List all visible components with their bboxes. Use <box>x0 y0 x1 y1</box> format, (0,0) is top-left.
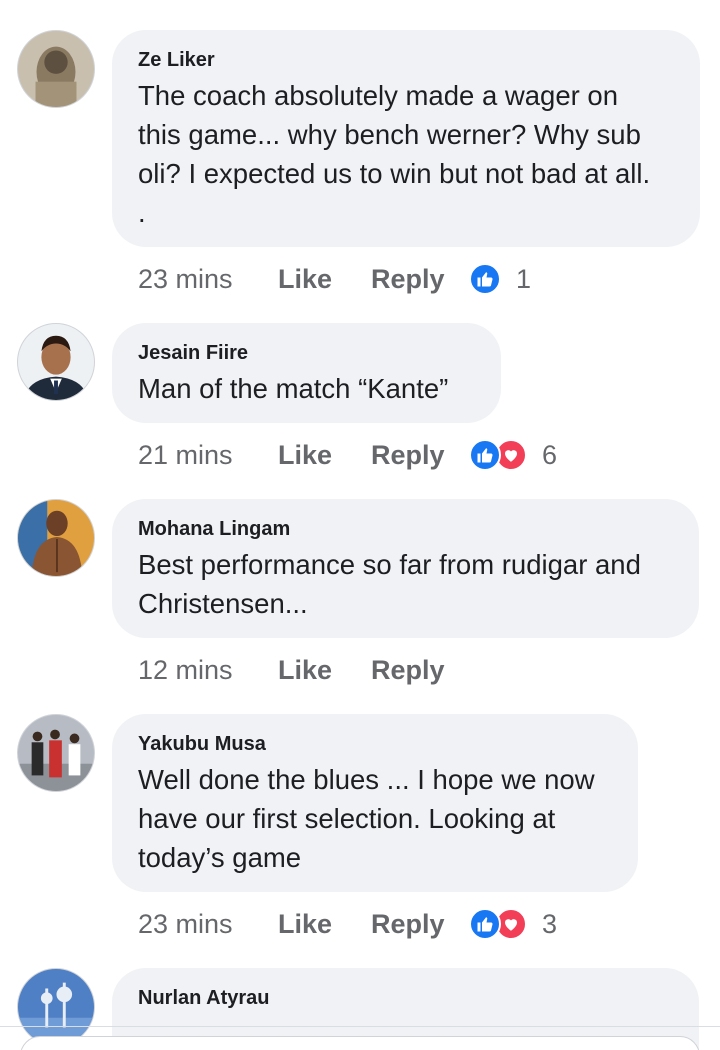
comment-actions: 12 mins Like Reply <box>138 650 469 690</box>
avatar[interactable] <box>17 323 95 401</box>
reply-button[interactable]: Reply <box>371 440 469 471</box>
avatar-image <box>18 500 94 576</box>
composer-divider <box>0 1026 720 1027</box>
thumbs-up-icon <box>469 439 501 471</box>
thumbs-up-icon <box>469 263 501 295</box>
reaction-count: 6 <box>542 439 558 470</box>
reactions-summary[interactable]: 3 <box>469 908 557 940</box>
comment-text: Man of the match “Kante” <box>138 373 449 404</box>
avatar-image <box>18 324 94 400</box>
comment-actions: 23 mins Like Reply 1 <box>138 259 531 299</box>
like-button[interactable]: Like <box>278 655 371 686</box>
like-button[interactable]: Like <box>278 440 371 471</box>
comment-actions: 21 mins Like Reply 6 <box>138 435 557 475</box>
comment-bubble: Ze Liker The coach absolutely made a wag… <box>112 30 700 247</box>
reactions-summary[interactable]: 1 <box>469 263 531 295</box>
comment-actions: 23 mins Like Reply 3 <box>138 904 557 944</box>
comment-text: Well done the blues ... I hope we now ha… <box>138 764 595 873</box>
comment-text: The coach absolutely made a wager on thi… <box>138 80 651 228</box>
comment-composer[interactable] <box>20 1036 700 1050</box>
comment-time[interactable]: 23 mins <box>138 909 278 940</box>
comment-time[interactable]: 21 mins <box>138 440 278 471</box>
comment-bubble: Yakubu Musa Well done the blues ... I ho… <box>112 714 638 892</box>
like-button[interactable]: Like <box>278 909 371 940</box>
reaction-count: 3 <box>542 908 558 939</box>
comment-author[interactable]: Yakubu Musa <box>138 732 612 756</box>
comment-author[interactable]: Jesain Fiire <box>138 341 475 365</box>
comment-time[interactable]: 12 mins <box>138 655 278 686</box>
reply-button[interactable]: Reply <box>371 264 469 295</box>
avatar[interactable] <box>17 30 95 108</box>
avatar[interactable] <box>17 714 95 792</box>
avatar-image <box>18 715 94 791</box>
comment-author[interactable]: Mohana Lingam <box>138 517 673 541</box>
like-button[interactable]: Like <box>278 264 371 295</box>
comment-time[interactable]: 23 mins <box>138 264 278 295</box>
reply-button[interactable]: Reply <box>371 909 469 940</box>
comment-bubble: Jesain Fiire Man of the match “Kante” <box>112 323 501 423</box>
thumbs-up-icon <box>469 908 501 940</box>
comment-author[interactable]: Nurlan Atyrau <box>138 986 673 1010</box>
avatar-image <box>18 31 94 107</box>
reactions-summary[interactable]: 6 <box>469 439 557 471</box>
avatar[interactable] <box>17 968 95 1046</box>
comment-bubble: Mohana Lingam Best performance so far fr… <box>112 499 699 638</box>
comment-text: Best performance so far from rudigar and… <box>138 549 641 619</box>
reply-button[interactable]: Reply <box>371 655 469 686</box>
reaction-count: 1 <box>516 263 532 294</box>
avatar-image <box>18 969 94 1045</box>
avatar[interactable] <box>17 499 95 577</box>
comment-author[interactable]: Ze Liker <box>138 48 674 72</box>
